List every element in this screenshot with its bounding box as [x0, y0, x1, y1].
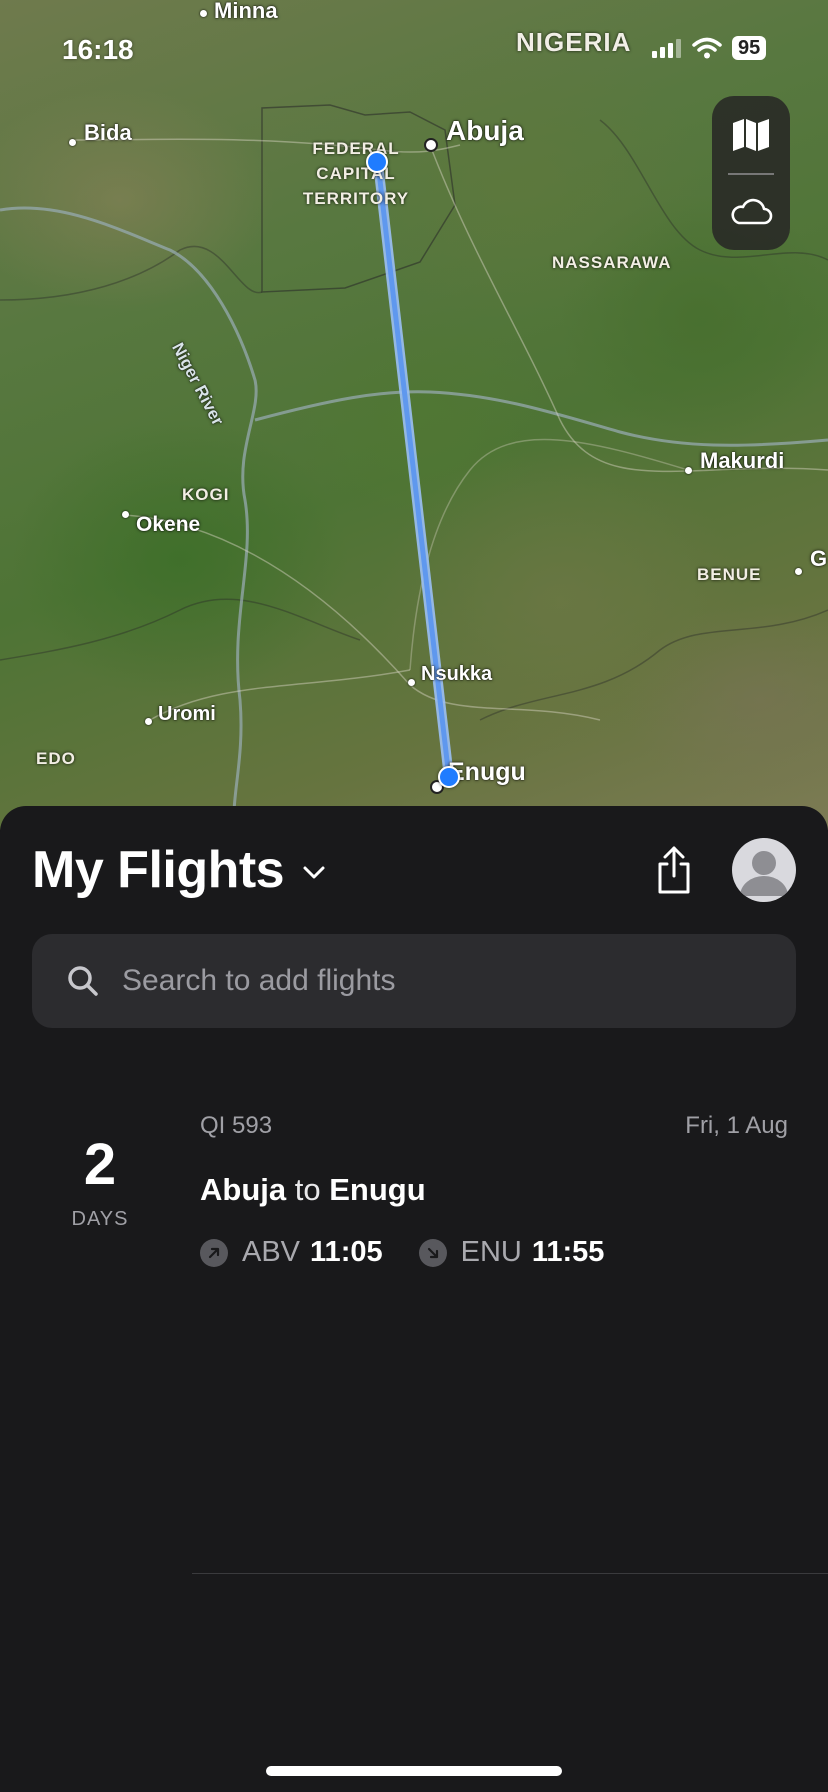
- arrival-arrow-icon: [418, 1238, 447, 1267]
- arrival-time: 11:55: [531, 1236, 605, 1268]
- region-label-nassarawa: NASSARAWA: [552, 253, 672, 272]
- map-view[interactable]: Minna Bida Abuja FEDERAL CAPITAL TERRITO…: [0, 0, 828, 830]
- map-style-button[interactable]: [712, 100, 790, 170]
- map-controls: [712, 96, 790, 250]
- battery-indicator: 95: [732, 36, 767, 60]
- departure-time: 11:05: [310, 1236, 383, 1268]
- flight-number: QI 593: [200, 1112, 273, 1139]
- avatar[interactable]: [732, 838, 796, 902]
- place-dot-g: [795, 568, 802, 575]
- place-dot-abuja: [424, 138, 438, 152]
- countdown-value: 2: [83, 1132, 117, 1197]
- row-divider: [192, 1573, 828, 1574]
- destination-city: Enugu: [329, 1172, 426, 1207]
- flight-countdown: 2 DAYS: [40, 1136, 160, 1231]
- region-label-edo: EDO: [36, 749, 76, 768]
- page-title[interactable]: My Flights: [32, 840, 285, 900]
- flight-times: ABV 11:05 ENU 11:55: [200, 1236, 604, 1269]
- departure-arrow-icon: [200, 1238, 228, 1267]
- flight-list-item[interactable]: 2 DAYS QI 593 Fri, 1 Aug Abuja to Enugu …: [0, 1086, 828, 1574]
- share-button[interactable]: [652, 844, 696, 901]
- place-label-okene: Okene: [136, 513, 201, 536]
- place-label-makurdi: Makurdi: [700, 448, 785, 473]
- place-label-nsukka: Nsukka: [421, 663, 493, 685]
- place-label-enugu: Enugu: [448, 758, 526, 786]
- place-dot-okene: [122, 511, 129, 518]
- flights-sheet[interactable]: My Flights 2 DAYS QI 593 Fri, 1 Aug: [0, 806, 828, 1792]
- profile-icon: [740, 851, 788, 896]
- weather-layer-button[interactable]: [712, 176, 790, 246]
- flight-route-text: Abuja to Enugu: [200, 1172, 426, 1208]
- wifi-icon: [692, 37, 722, 59]
- region-label-kogi: KOGI: [182, 485, 230, 504]
- place-dot-makurdi: [685, 467, 692, 474]
- place-label-g: G: [810, 546, 828, 571]
- route-connector: to: [294, 1172, 321, 1207]
- cloud-icon: [731, 198, 773, 225]
- origin-city: Abuja: [200, 1172, 287, 1207]
- region-label-fct-line3: TERRITORY: [302, 189, 410, 208]
- search-icon: [68, 966, 98, 996]
- status-icons: 95: [652, 36, 767, 60]
- status-time: 16:18: [62, 34, 134, 65]
- region-label-fct-line1: FEDERAL: [312, 139, 400, 158]
- share-icon: [658, 846, 690, 894]
- region-label-fct-line2: CAPITAL: [316, 164, 396, 183]
- chevron-down-icon[interactable]: [302, 865, 326, 881]
- place-dot-minna: [200, 10, 207, 17]
- destination-marker[interactable]: [438, 766, 460, 788]
- title-row[interactable]: My Flights: [32, 840, 326, 900]
- region-label-benue: BENUE: [697, 565, 762, 584]
- status-country: NIGERIA: [516, 27, 632, 57]
- place-dot-bida: [69, 139, 76, 146]
- place-label-bida: Bida: [84, 120, 132, 145]
- cellular-signal-icon: [652, 39, 681, 58]
- place-dot-nsukka: [408, 679, 415, 686]
- place-label-minna: Minna: [214, 0, 278, 23]
- place-label-uromi: Uromi: [158, 703, 216, 725]
- departure-airport-code: ABV: [242, 1236, 301, 1268]
- flight-route-core: [375, 160, 452, 781]
- countdown-unit: DAYS: [71, 1208, 129, 1230]
- place-label-abuja: Abuja: [446, 115, 524, 146]
- home-indicator[interactable]: [266, 1766, 562, 1776]
- region-label-fct: FEDERAL CAPITAL TERRITORY: [290, 136, 422, 211]
- arrival-airport-code: ENU: [460, 1236, 522, 1268]
- place-dot-uromi: [145, 718, 152, 725]
- search-bar[interactable]: [32, 934, 796, 1028]
- map-controls-divider: [728, 173, 774, 175]
- flight-date: Fri, 1 Aug: [685, 1112, 788, 1139]
- origin-marker[interactable]: [366, 151, 388, 173]
- map-icon: [733, 119, 769, 151]
- search-input[interactable]: [120, 963, 684, 999]
